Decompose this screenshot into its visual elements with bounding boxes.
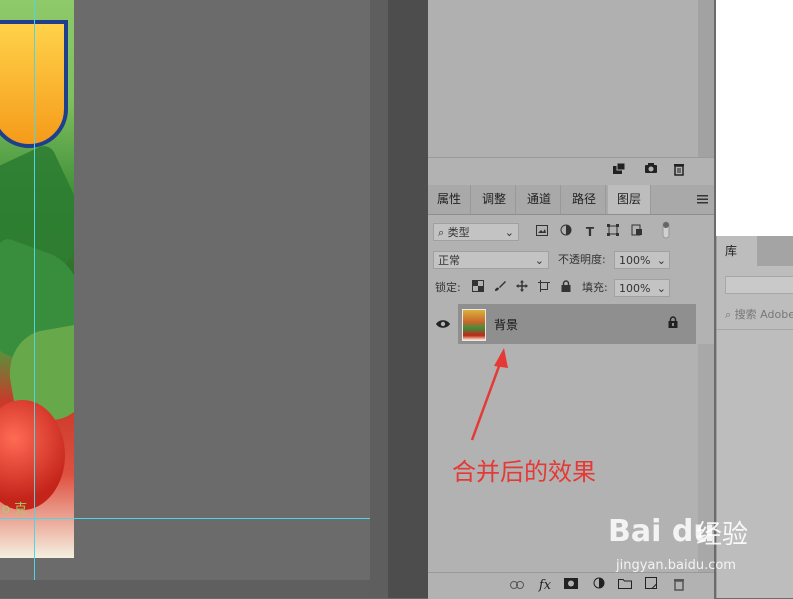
mask-icon[interactable] <box>562 577 580 595</box>
opacity-field[interactable]: 100% ⌄ <box>614 251 670 269</box>
libraries-tabs: 库 <box>717 236 793 266</box>
adjustment-filter-icon[interactable] <box>558 224 574 240</box>
search-icon: ⌕ <box>438 226 445 239</box>
blank-area <box>716 0 793 236</box>
annotation-arrow <box>470 348 508 441</box>
lock-label: 锁定: <box>435 281 461 294</box>
smartobject-filter-icon[interactable] <box>629 224 645 240</box>
blend-mode-select[interactable]: 正常 ⌄ <box>433 251 549 269</box>
filter-kind-select[interactable]: ⌕ 类型 ⌄ <box>433 223 519 241</box>
filter-toggle-icon[interactable] <box>658 220 674 239</box>
canvas-horizontal-scrollbar[interactable] <box>0 580 370 598</box>
canvas-area[interactable]: ο 克 <box>0 0 370 580</box>
layer-name[interactable]: 背景 <box>494 316 518 333</box>
history-panel-content <box>428 0 698 157</box>
fill-label: 填充: <box>582 281 608 294</box>
history-scrollbar[interactable] <box>698 0 714 157</box>
type-filter-icon[interactable]: T <box>582 224 598 240</box>
layer-filter-row: ⌕ 类型 ⌄ T <box>428 220 714 246</box>
link-icon[interactable] <box>508 577 526 595</box>
lock-transparent-icon[interactable] <box>470 280 486 296</box>
lock-brush-icon[interactable] <box>492 280 508 296</box>
chevron-down-icon: ⌄ <box>534 254 544 267</box>
tab-layers[interactable]: 图层 <box>608 185 652 214</box>
divider <box>717 329 793 330</box>
history-toolbar <box>428 157 714 185</box>
libraries-select[interactable] <box>725 276 793 294</box>
visibility-toggle[interactable] <box>428 304 458 344</box>
lock-row: 锁定: 填充: 100% ⌄ <box>428 277 714 301</box>
camera-icon[interactable] <box>642 162 660 180</box>
eye-icon[interactable] <box>436 318 450 332</box>
chevron-down-icon: ⌄ <box>504 226 514 239</box>
annotation-text: 合并后的效果 <box>452 458 596 486</box>
chevron-down-icon: ⌄ <box>656 254 666 267</box>
horizontal-guide[interactable] <box>0 518 370 519</box>
doc-text: ο 克 <box>2 502 28 517</box>
collapsed-panel-strip <box>388 0 428 598</box>
opacity-value: 100% <box>619 254 651 267</box>
new-snapshot-icon[interactable] <box>610 162 628 180</box>
lock-artboard-icon[interactable] <box>536 280 552 296</box>
lock-all-icon[interactable] <box>558 280 574 296</box>
blend-mode-value: 正常 <box>438 254 460 267</box>
fx-icon[interactable]: fx <box>536 577 554 595</box>
watermark-url: jingyan.baidu.com <box>616 558 736 573</box>
tab-channels[interactable]: 通道 <box>518 185 562 214</box>
watermark-brand: 经验 <box>696 520 749 550</box>
libraries-search-placeholder: 搜索 Adobe <box>734 308 793 321</box>
libraries-search[interactable]: ⌕ 搜索 Adobe <box>725 306 793 322</box>
trash-icon[interactable] <box>670 162 688 180</box>
lock-move-icon[interactable] <box>514 280 530 296</box>
vertical-guide[interactable] <box>34 0 35 580</box>
filter-kind-value: 类型 <box>447 226 470 239</box>
panel-divider[interactable] <box>370 0 388 598</box>
layer-lock-icon[interactable] <box>668 316 678 331</box>
fill-value: 100% <box>619 282 651 295</box>
tab-paths[interactable]: 路径 <box>563 185 607 214</box>
tab-properties[interactable]: 属性 <box>428 185 472 214</box>
opacity-label: 不透明度: <box>558 253 606 266</box>
shape-filter-icon[interactable] <box>605 224 621 240</box>
document-image: ο 克 <box>0 0 74 558</box>
fill-field[interactable]: 100% ⌄ <box>614 279 670 297</box>
layers-panel-dock: 属性 调整 通道 路径 图层 ⌕ 类型 ⌄ T 正常 ⌄ 不透明度: 100% … <box>428 0 714 599</box>
panel-menu-icon[interactable] <box>697 193 708 207</box>
tab-libraries[interactable]: 库 <box>717 236 757 266</box>
image-filter-icon[interactable] <box>534 224 550 240</box>
tab-adjustments[interactable]: 调整 <box>473 185 517 214</box>
layer-row-background[interactable]: 背景 <box>428 304 696 344</box>
search-icon: ⌕ <box>725 308 732 321</box>
chevron-down-icon: ⌄ <box>656 282 666 295</box>
panel-tabs: 属性 调整 通道 路径 图层 <box>428 185 714 215</box>
blend-row: 正常 ⌄ 不透明度: 100% ⌄ <box>428 249 714 273</box>
baidu-watermark: Bai du 经验 jingyan.baidu.com <box>600 510 790 580</box>
layer-thumbnail <box>462 309 486 341</box>
